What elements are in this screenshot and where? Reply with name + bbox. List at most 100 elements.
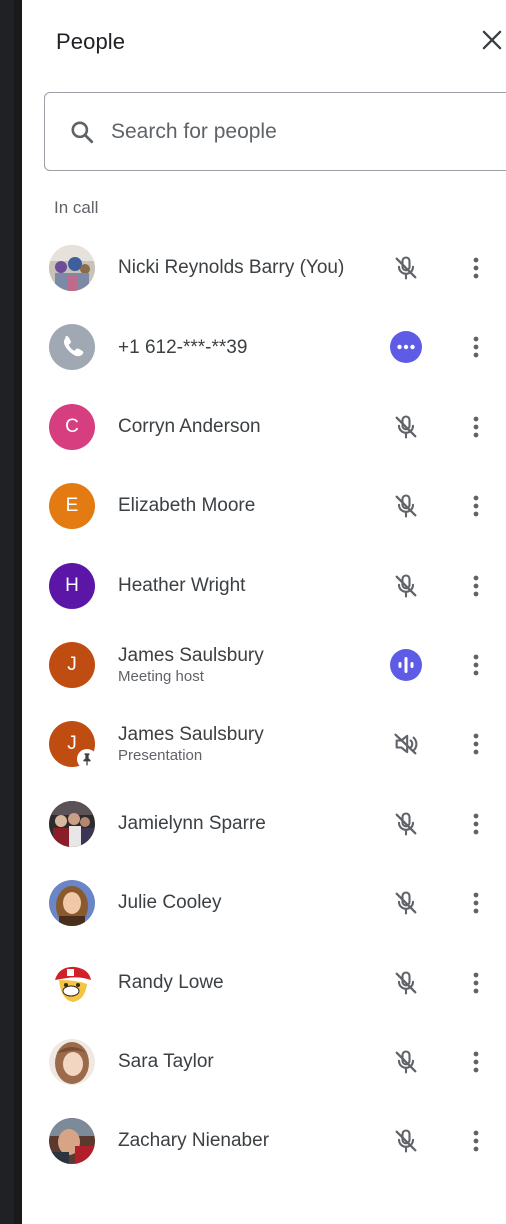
participant-role: Meeting host [118,667,204,685]
mic-off-icon [395,256,417,280]
mute-status [388,1044,424,1080]
participant-name: Julie Cooley [118,892,222,914]
mute-status [388,568,424,604]
participant-name: Randy Lowe [118,971,224,993]
more-options-button[interactable] [462,887,490,919]
window-edge [0,0,22,1224]
panel-title: People [56,29,126,54]
more-options-button[interactable] [462,728,490,760]
volume-off-icon [394,733,418,755]
avatar [49,959,95,1006]
status-indicator [388,329,424,365]
participant-name: Elizabeth Moore [118,495,256,517]
more-vert-icon [473,495,479,517]
avatar: E [49,483,95,530]
participant-name: Nicki Reynolds Barry (You) [118,257,345,279]
more-options-button[interactable] [462,808,490,840]
close-icon [482,30,502,50]
section-label-in-call: In call [54,198,99,217]
mute-status [388,488,424,524]
avatar [49,1118,95,1165]
mute-status [388,806,424,842]
more-vert-icon [473,575,479,596]
participant-row[interactable]: J James Saulsbury Meeting host [22,625,506,704]
pin-icon [83,753,91,766]
mic-off-icon [395,574,417,598]
more-vert-icon [473,257,479,279]
audio-level-icon [390,648,422,681]
participant-row[interactable]: Nicki Reynolds Barry (You) [22,228,506,307]
participant-row[interactable]: E Elizabeth Moore [22,466,506,545]
participant-row[interactable]: Julie Cooley [22,863,506,942]
panel-header: People [22,0,506,82]
participant-role: Presentation [118,747,203,765]
pin-badge [77,749,97,770]
more-options-button[interactable] [462,252,490,284]
avatar: H [49,562,95,609]
more-vert-icon [473,416,479,438]
more-vert-icon [473,1130,479,1152]
mic-off-icon [395,1050,417,1074]
search-icon [71,121,94,144]
more-options-button[interactable] [462,1125,490,1157]
participant-row[interactable]: J James Saulsbury Presentation [22,704,506,783]
participant-name: Sara Taylor [118,1051,214,1073]
participant-row[interactable]: Sara Taylor [22,1022,506,1101]
mic-off-icon [395,812,417,836]
more-vert-icon [473,892,479,914]
mic-off-icon [395,970,417,995]
more-options-button[interactable] [462,570,490,602]
participant-name: James Saulsbury [118,644,264,666]
participant-name: +1 612-***-**39 [118,336,248,358]
participant-row[interactable]: H Heather Wright [22,546,506,625]
avatar: J [49,641,95,688]
mic-off-icon [395,415,417,439]
participant-name: James Saulsbury [118,724,264,746]
avatar-letter: E [65,495,79,517]
avatar [49,245,95,291]
phone-icon [64,336,84,357]
more-options-button[interactable] [462,649,490,681]
close-button[interactable] [478,26,506,54]
mute-status [388,1123,424,1159]
more-options-button[interactable] [462,1046,490,1078]
participant-name: Corryn Anderson [118,415,261,437]
more-options-button[interactable] [462,967,490,999]
mute-status [388,250,424,286]
participant-name: Zachary Nienaber [118,1130,270,1152]
mute-status [388,409,424,445]
more-vert-icon [473,336,479,358]
more-options-button[interactable] [462,331,490,363]
participant-row[interactable]: Jamielynn Sparre [22,784,506,863]
audio-status [388,726,424,762]
search-box[interactable] [44,92,506,171]
search-input[interactable] [111,115,491,149]
mute-status [388,885,424,921]
participant-row[interactable]: Randy Lowe [22,943,506,1022]
mic-off-icon [395,1129,417,1153]
participant-name: Jamielynn Sparre [118,812,266,834]
participant-name: Heather Wright [118,574,246,596]
mute-status [388,965,424,1001]
more-vert-icon [473,972,479,993]
avatar [49,800,95,847]
mic-off-icon [395,494,417,518]
more-vert-icon [473,813,479,835]
more-options-button[interactable] [462,411,490,443]
more-options-button[interactable] [462,490,490,522]
avatar-letter: H [65,574,79,596]
people-panel: People In call [22,0,506,1224]
participant-row[interactable]: Zachary Nienaber [22,1101,506,1180]
participant-row[interactable]: C Corryn Anderson [22,387,506,466]
avatar [49,1038,95,1085]
more-vert-icon [473,1051,479,1073]
avatar: C [49,403,95,450]
participant-row[interactable]: +1 612-***-**39 [22,307,506,386]
avatar [49,880,95,927]
more-vert-icon [473,733,479,755]
avatar-letter: J [67,733,77,755]
avatar-letter: J [67,653,77,675]
avatar [49,324,95,371]
speaking-indicator [388,647,424,683]
mic-off-icon [395,891,417,915]
